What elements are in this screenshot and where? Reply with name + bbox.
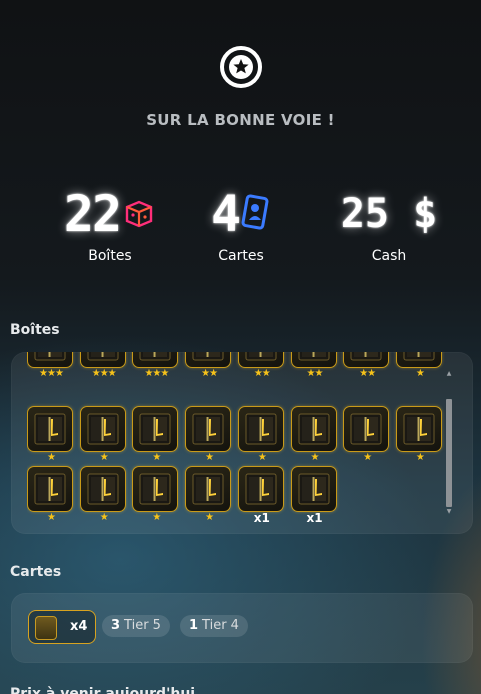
box-rarity-stars: ★ — [47, 452, 56, 463]
box-icon — [139, 352, 171, 361]
box-icon — [298, 352, 329, 361]
mystery-box[interactable]: ★★★ — [132, 352, 179, 379]
mystery-box[interactable]: ★ — [132, 466, 179, 523]
box-icon — [298, 413, 329, 445]
box-icon — [298, 473, 329, 505]
cards-section-title: Cartes — [10, 564, 62, 580]
cards-panel: x4 3 Tier 5 1 Tier 4 — [11, 593, 473, 663]
boxes-label: Boîtes — [88, 248, 132, 264]
mystery-box[interactable]: x1 — [237, 466, 284, 525]
box-rarity-stars: ★ — [152, 452, 161, 463]
mystery-box[interactable]: ★★ — [185, 352, 232, 379]
box-rarity-stars: ★★ — [253, 368, 271, 379]
scroll-down-icon[interactable]: ▼ — [444, 508, 454, 516]
mystery-box[interactable]: ★★ — [290, 352, 337, 379]
box-rarity-stars: ★ — [99, 452, 109, 463]
box-rarity-stars: ★ — [205, 512, 214, 523]
box-rarity-stars: ★ — [257, 452, 267, 463]
stat-cash: 25 $ Cash — [314, 186, 464, 264]
mystery-box[interactable]: ★★ — [237, 352, 284, 379]
boxes-count: 22 — [63, 185, 122, 243]
box-icon — [87, 413, 119, 445]
mystery-box[interactable]: ★ — [27, 466, 73, 523]
tier-count: 1 — [189, 618, 199, 633]
mystery-box[interactable]: ★ — [237, 406, 284, 463]
cards-count: 4 — [210, 185, 241, 243]
mystery-box[interactable]: ★ — [132, 406, 179, 463]
mystery-box[interactable]: ★ — [79, 406, 126, 463]
box-quantity: x1 — [253, 511, 270, 525]
star-circle-icon — [219, 45, 263, 89]
scroll-thumb[interactable] — [446, 399, 452, 507]
box-quantity: x1 — [306, 511, 323, 525]
box-icon — [34, 352, 66, 361]
card-icon — [239, 193, 271, 235]
box-rarity-stars: ★★ — [201, 368, 218, 379]
box-icon — [34, 413, 66, 445]
box-rarity-stars: ★★ — [359, 368, 376, 379]
box-rarity-stars: ★ — [310, 452, 320, 463]
box-icon — [245, 473, 277, 505]
stat-cards: 4 Cartes — [166, 186, 316, 264]
tier-badge-4: 1 Tier 4 — [180, 615, 248, 637]
mystery-box[interactable]: ★★ — [343, 352, 390, 379]
cash-label: Cash — [371, 248, 407, 264]
box-icon — [139, 413, 171, 445]
mystery-box[interactable]: ★ — [395, 352, 442, 379]
box-rarity-stars: ★ — [363, 452, 372, 463]
box-rarity-stars: ★ — [415, 368, 425, 379]
box-icon — [350, 413, 382, 445]
cash-amount: 25 $ — [340, 191, 438, 237]
box-rarity-stars: ★ — [152, 512, 161, 523]
mystery-box[interactable]: ★ — [27, 406, 73, 463]
box-icon — [122, 195, 156, 233]
tier-count: 3 — [111, 618, 121, 633]
stat-boxes: 22 Boîtes — [35, 186, 185, 264]
box-icon — [245, 352, 277, 361]
boxes-scrollbar[interactable]: ▲ ▼ — [444, 366, 454, 516]
box-icon — [34, 473, 66, 505]
box-icon — [403, 413, 435, 445]
mystery-box[interactable]: ★ — [290, 406, 337, 463]
tier-label: Tier 4 — [202, 618, 239, 633]
box-icon — [245, 413, 277, 445]
card-quantity: x4 — [70, 619, 88, 634]
mystery-box[interactable]: ★ — [185, 406, 232, 463]
box-rarity-stars: ★ — [99, 512, 109, 523]
box-icon — [139, 473, 171, 505]
box-icon — [192, 473, 224, 505]
box-icon — [350, 352, 382, 361]
mystery-box[interactable]: ★ — [185, 466, 232, 523]
mystery-box[interactable]: ★ — [79, 466, 126, 523]
mystery-box[interactable]: ★ — [395, 406, 442, 463]
boxes-panel: ★★★ ★★★ ★★★ ★★ ★★ ★★ ★★ ★ ★ ★ ★ ★ ★ ★ ★ ★ ★ ★ ★ ★ x1 x1 ▲ ▼ — [11, 352, 473, 534]
tier-label: Tier 5 — [124, 618, 161, 633]
upcoming-section-title: Prix à venir aujourd'hui — [10, 686, 196, 694]
box-icon — [192, 352, 224, 361]
box-rarity-stars: ★ — [415, 452, 425, 463]
boxes-section-title: Boîtes — [10, 322, 60, 338]
mystery-box[interactable]: ★ — [343, 406, 390, 463]
box-rarity-stars: ★ — [205, 452, 214, 463]
card-thumbnail-icon — [35, 616, 57, 640]
cards-label: Cartes — [218, 248, 264, 264]
mystery-box[interactable]: x1 — [290, 466, 337, 525]
boxes-grid: ★★★ ★★★ ★★★ ★★ ★★ ★★ ★★ ★ ★ ★ ★ ★ ★ ★ ★ ★ ★ ★ ★ ★ x1 x1 — [27, 352, 447, 532]
box-rarity-stars: ★ — [47, 512, 56, 523]
box-icon — [87, 473, 119, 505]
box-rarity-stars: ★★★ — [39, 368, 64, 379]
box-rarity-stars: ★★★ — [144, 368, 169, 379]
box-rarity-stars: ★★ — [306, 368, 324, 379]
mystery-box[interactable]: ★★★ — [79, 352, 126, 379]
box-icon — [87, 352, 119, 361]
tier-badge-5: 3 Tier 5 — [102, 615, 170, 637]
box-rarity-stars: ★★★ — [91, 368, 117, 379]
card-stack[interactable]: x4 — [28, 610, 96, 644]
scroll-up-icon[interactable]: ▲ — [444, 370, 454, 378]
mystery-box[interactable]: ★★★ — [27, 352, 73, 379]
progress-title: SUR LA BONNE VOIE ! — [146, 111, 335, 129]
box-icon — [403, 352, 435, 361]
box-icon — [192, 413, 224, 445]
